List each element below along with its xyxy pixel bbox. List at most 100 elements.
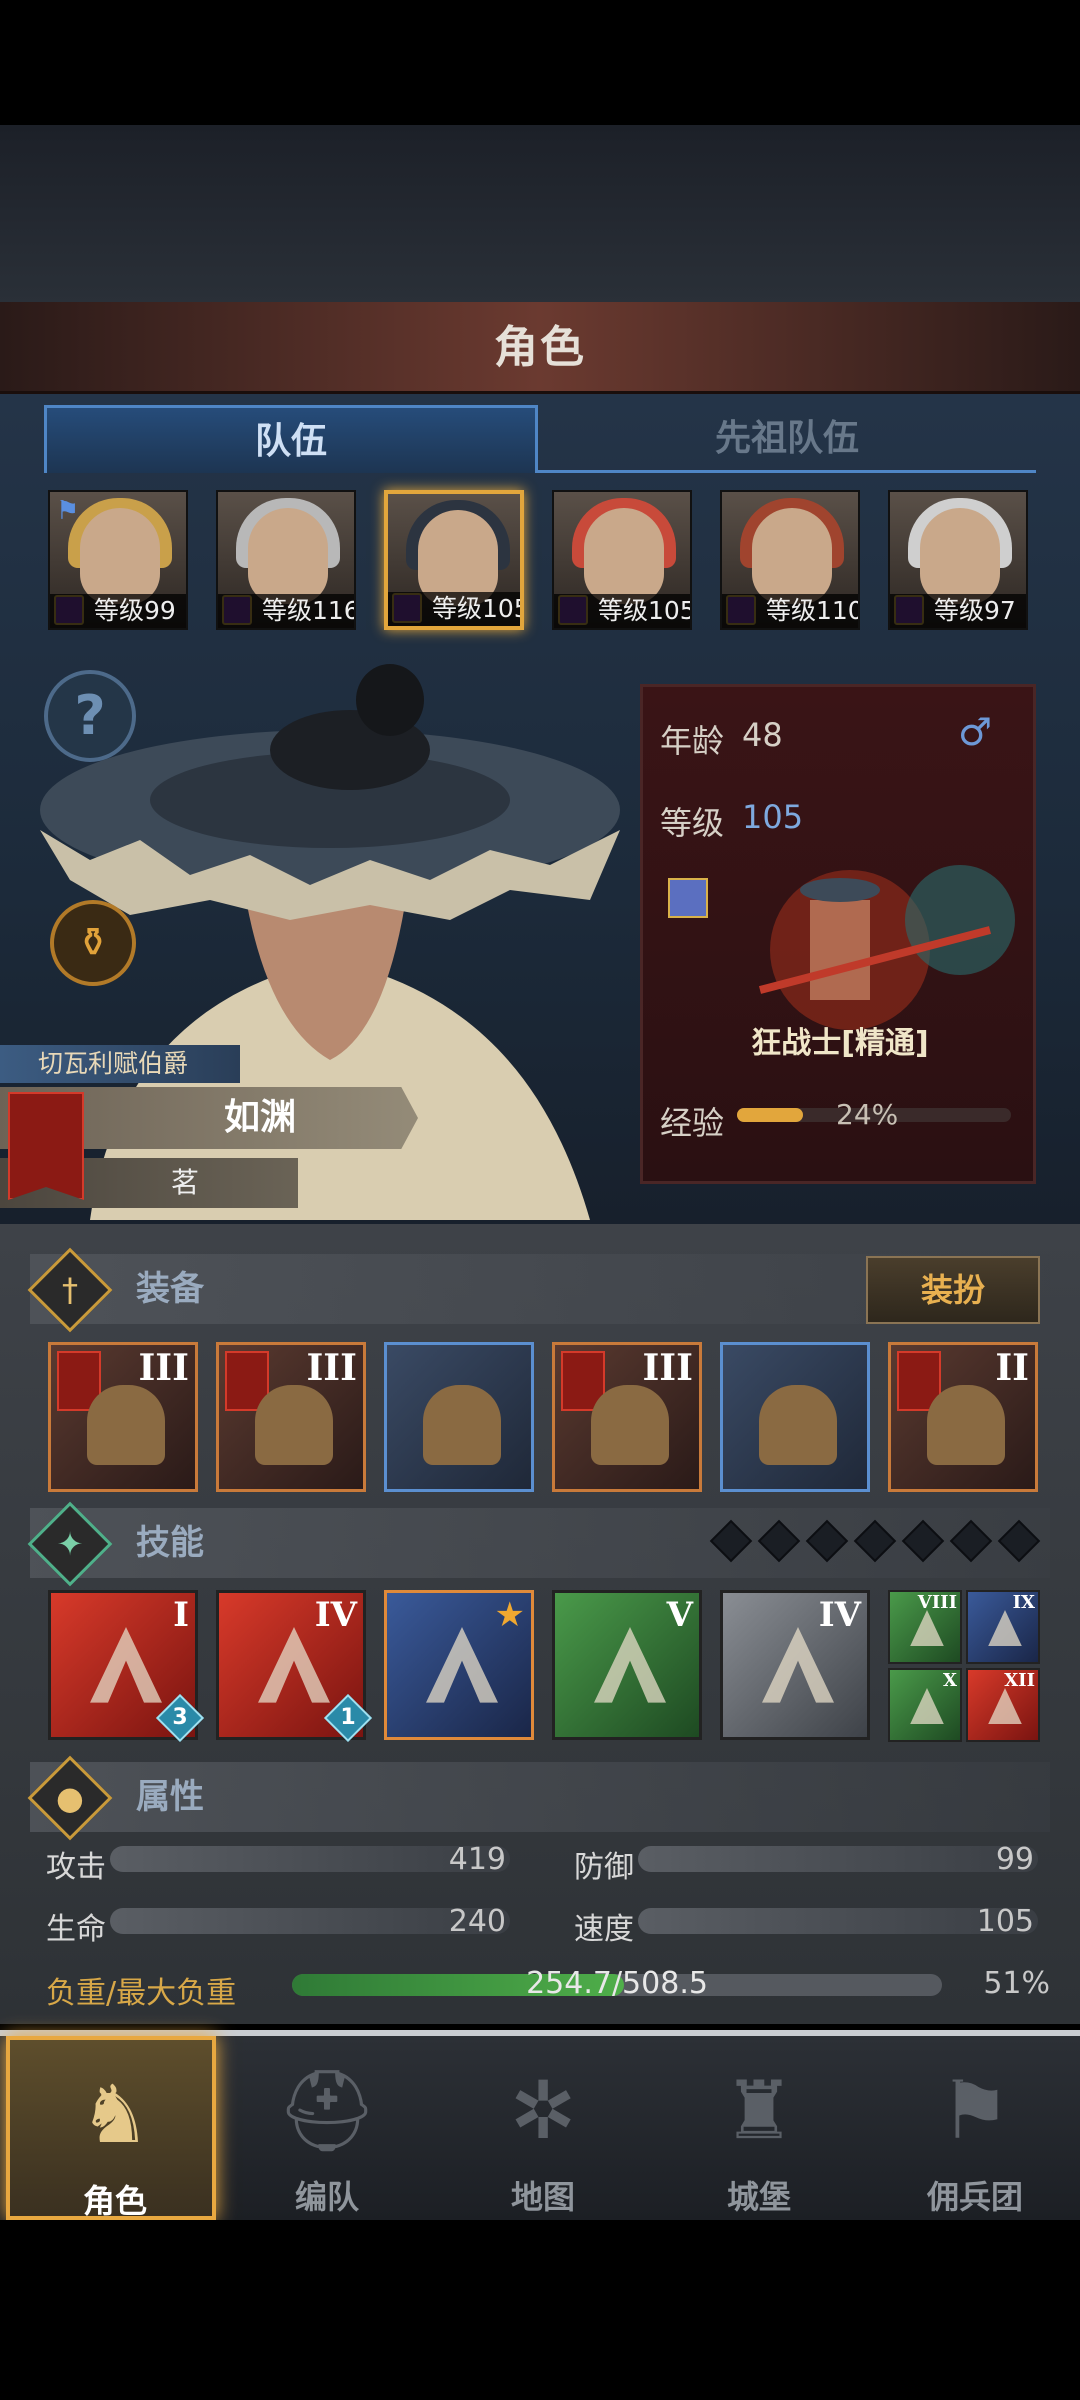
- class-portrait: [758, 865, 1015, 1030]
- skill-2[interactable]: IV 1: [216, 1590, 373, 1743]
- nav-castle[interactable]: ♜ 城堡: [654, 2036, 864, 2220]
- equipment-slot-3[interactable]: [384, 1342, 534, 1492]
- party-member-2[interactable]: 等级116: [216, 490, 356, 630]
- skill-icon: [988, 1688, 1022, 1724]
- exp-percent: 24%: [836, 1098, 899, 1131]
- party-member-5[interactable]: 等级110: [720, 490, 860, 630]
- hp-value: 240: [448, 1904, 506, 1939]
- nav-label: 地图: [510, 2178, 575, 2216]
- class-icon: [668, 878, 708, 918]
- nav-label: 佣兵团: [926, 2178, 1023, 2216]
- title-bar: 角色: [0, 302, 1080, 394]
- skill-tier: V: [666, 1595, 693, 1635]
- knight-icon: ♞: [79, 2068, 151, 2161]
- star-icon: ★: [494, 1595, 525, 1635]
- nav-banner[interactable]: ⚑ 佣兵团: [870, 2036, 1080, 2220]
- skills-label: 技能: [136, 1523, 204, 1563]
- load-value: 254.7/508.5: [526, 1966, 708, 2001]
- nav-helmet[interactable]: ⛑ 编队: [222, 2036, 432, 2220]
- class-name: 狂战士[精通]: [751, 1026, 929, 1061]
- attributes-label: 属性: [136, 1777, 204, 1817]
- compass-icon: ✲: [509, 2064, 577, 2157]
- potion-icon[interactable]: ⚱: [50, 900, 136, 986]
- skill-icon: [594, 1627, 666, 1703]
- equipment-icon: [423, 1385, 501, 1465]
- skill-icon: [910, 1688, 944, 1724]
- tier-label: II: [995, 1347, 1029, 1389]
- passive-skill-2[interactable]: IX: [966, 1590, 1040, 1664]
- nav-label: 编队: [294, 2178, 359, 2216]
- character-surname: 茗: [170, 1166, 199, 1199]
- flag-icon: ⚑: [56, 496, 80, 526]
- equipment-slot-1[interactable]: III: [48, 1342, 198, 1492]
- helmet-icon: ⛑: [276, 2064, 378, 2157]
- skill-tier: X: [943, 1670, 957, 1691]
- skill-icon: [988, 1610, 1022, 1646]
- noble-title: 切瓦利赋伯爵: [0, 1045, 240, 1083]
- equipment-slot-5[interactable]: [720, 1342, 870, 1492]
- equipment-icon: [759, 1385, 837, 1465]
- castle-icon: ♜: [723, 2064, 795, 2157]
- defense-value: 99: [995, 1842, 1034, 1877]
- skill-tier: IV: [314, 1595, 357, 1635]
- top-background: [0, 125, 1080, 305]
- party-member-3[interactable]: 等级105: [384, 490, 524, 630]
- male-icon: ♂: [958, 710, 993, 754]
- exp-label: 经验: [660, 1104, 725, 1142]
- party-member-6[interactable]: 等级97: [888, 490, 1028, 630]
- attributes-header: ● 属性: [27, 1755, 1050, 1841]
- attack-value: 419: [448, 1842, 506, 1877]
- equipment-label: 装备: [136, 1269, 204, 1309]
- equipment-slot-2[interactable]: III: [216, 1342, 366, 1492]
- party-member-1[interactable]: ⚑ 等级99: [48, 490, 188, 630]
- nav-compass[interactable]: ✲ 地图: [438, 2036, 648, 2220]
- skill-1[interactable]: I3: [48, 1590, 205, 1743]
- skill-5[interactable]: IV: [720, 1590, 870, 1740]
- faction-banner-icon: [8, 1092, 84, 1200]
- skill-icon: [90, 1627, 162, 1703]
- skill-3[interactable]: ★: [384, 1590, 534, 1740]
- passive-skill-3[interactable]: X: [888, 1668, 962, 1742]
- banner-icon: ⚑: [939, 2064, 1011, 2157]
- skill-icon: [762, 1627, 834, 1703]
- skill-icon: [910, 1610, 944, 1646]
- equipment-slot-6[interactable]: II: [888, 1342, 1038, 1492]
- load-label: 负重/最大负重: [46, 1976, 237, 2011]
- equipment-icon: [591, 1385, 669, 1465]
- face: [920, 508, 1000, 604]
- tier-label: III: [642, 1347, 693, 1389]
- nav-label: 角色: [82, 2182, 147, 2220]
- level-value: 105: [742, 798, 804, 836]
- face: [80, 508, 160, 604]
- passive-skill-1[interactable]: VIII: [888, 1590, 962, 1664]
- speed-value: 105: [976, 1904, 1034, 1939]
- nav-label: 城堡: [726, 2178, 791, 2216]
- tier-label: III: [306, 1347, 357, 1389]
- member-level: 等级105: [388, 592, 520, 626]
- passive-skill-4[interactable]: XII: [966, 1668, 1040, 1742]
- status-area: [0, 0, 1080, 125]
- skill-badge: 3: [155, 1693, 205, 1743]
- exp-bar-fill: [737, 1108, 803, 1122]
- face: [248, 508, 328, 604]
- equipment-slot-4[interactable]: III: [552, 1342, 702, 1492]
- skill-tier: XII: [1004, 1670, 1035, 1691]
- tab-party[interactable]: 队伍: [44, 405, 538, 473]
- bottom-area: [0, 2220, 1080, 2400]
- skill-badge: 1: [323, 1693, 373, 1743]
- skill-tier: IV: [818, 1595, 861, 1635]
- attack-label: 攻击: [46, 1850, 106, 1885]
- age-value: 48: [742, 716, 783, 754]
- face: [584, 508, 664, 604]
- defense-label: 防御: [574, 1850, 634, 1885]
- dress-up-button[interactable]: 装扮: [866, 1256, 1040, 1324]
- member-level: 等级116: [218, 594, 354, 628]
- skill-icon: [258, 1627, 330, 1703]
- member-level: 等级97: [890, 594, 1026, 628]
- party-member-4[interactable]: 等级105: [552, 490, 692, 630]
- tab-ancestor-party[interactable]: 先祖队伍: [538, 405, 1036, 473]
- equipment-icon: [87, 1385, 165, 1465]
- skill-4[interactable]: V: [552, 1590, 702, 1740]
- member-level: 等级105: [554, 594, 690, 628]
- nav-knight[interactable]: ♞ 角色: [6, 2036, 216, 2220]
